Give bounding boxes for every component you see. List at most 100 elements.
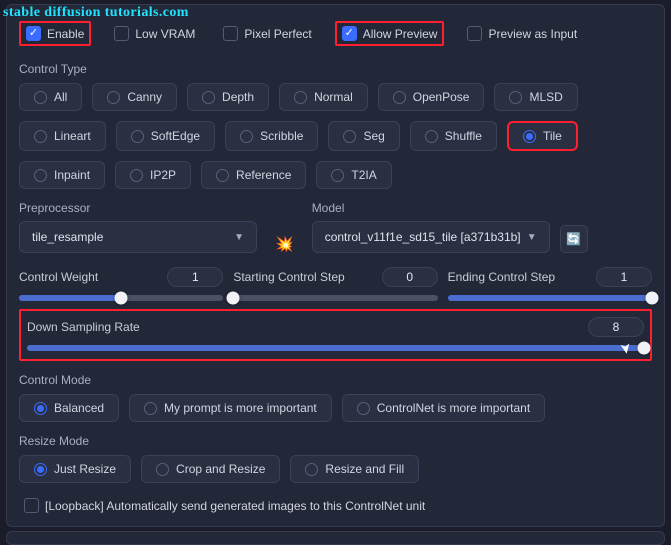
loopback-checkbox[interactable]: [Loopback] Automatically send generated … — [19, 495, 652, 516]
radio-reference[interactable]: Reference — [201, 161, 306, 189]
radio-scribble[interactable]: Scribble — [225, 121, 318, 151]
down-sampling-section: Down Sampling Rate 8 ➤ — [19, 309, 652, 361]
radio-dot-icon — [107, 91, 120, 104]
radio-label: Canny — [127, 90, 162, 104]
slider-track[interactable] — [27, 345, 644, 351]
radio-normal[interactable]: Normal — [279, 83, 368, 111]
radio-dot-icon — [34, 169, 47, 182]
radio-t2ia[interactable]: T2IA — [316, 161, 391, 189]
slider-track[interactable] — [233, 295, 437, 301]
radio-dot-icon — [130, 169, 143, 182]
ending-step-label: Ending Control Step — [448, 270, 555, 284]
check-icon: ✓ — [26, 26, 41, 41]
model-select[interactable]: control_v11f1e_sd15_tile [a371b31b] ▼ — [312, 221, 550, 253]
slider-thumb[interactable] — [227, 292, 240, 305]
slider-thumb[interactable] — [645, 292, 658, 305]
radio-label: Resize and Fill — [325, 462, 404, 476]
slider-track[interactable] — [19, 295, 223, 301]
radio-resize-and-fill[interactable]: Resize and Fill — [290, 455, 419, 483]
control-type-heading: Control Type — [19, 62, 652, 76]
model-column: Model control_v11f1e_sd15_tile [a371b31b… — [312, 201, 550, 253]
down-sampling-label: Down Sampling Rate — [27, 320, 140, 334]
radio-canny[interactable]: Canny — [92, 83, 177, 111]
caret-down-icon: ▼ — [234, 232, 244, 243]
resize-mode-radio-group: Just Resize Crop and Resize Resize and Fil… — [19, 455, 652, 483]
radio-dot-icon — [202, 91, 215, 104]
radio-dot-icon — [357, 402, 370, 415]
radio-just-resize[interactable]: Just Resize — [19, 455, 131, 483]
resize-mode-heading: Resize Mode — [19, 434, 652, 448]
watermark-text: stable diffusion tutorials.com — [3, 5, 189, 21]
preprocessor-select[interactable]: tile_resample ▼ — [19, 221, 257, 253]
radio-inpaint[interactable]: Inpaint — [19, 161, 105, 189]
refresh-models-button[interactable]: 🔄 — [560, 225, 588, 253]
check-icon — [467, 26, 482, 41]
collapsed-next-panel[interactable] — [6, 531, 665, 545]
radio-label: T2IA — [351, 168, 376, 182]
starting-step-label: Starting Control Step — [233, 270, 344, 284]
radio-dot-icon — [393, 91, 406, 104]
radio-label: Reference — [236, 168, 291, 182]
radio-seg[interactable]: Seg — [328, 121, 399, 151]
radio-label: Balanced — [54, 401, 104, 415]
starting-step-value[interactable]: 0 — [382, 267, 438, 287]
check-icon — [24, 498, 39, 513]
down-sampling-slider[interactable]: Down Sampling Rate 8 — [27, 317, 644, 351]
check-icon — [223, 26, 238, 41]
model-heading: Model — [312, 201, 550, 215]
radio-all[interactable]: All — [19, 83, 82, 111]
control-weight-slider[interactable]: Control Weight 1 — [19, 267, 223, 301]
ending-step-value[interactable]: 1 — [596, 267, 652, 287]
controlnet-panel: ✓ Enable Low VRAM Pixel Perfect ✓ Allow … — [6, 4, 665, 527]
radio-shuffle[interactable]: Shuffle — [410, 121, 497, 151]
radio-dot-icon — [305, 463, 318, 476]
radio-my-prompt-is-more-important[interactable]: My prompt is more important — [129, 394, 332, 422]
pixel-perfect-label: Pixel Perfect — [244, 27, 311, 41]
loopback-label: [Loopback] Automatically send generated … — [45, 499, 425, 513]
enable-checkbox[interactable]: ✓ Enable — [19, 21, 91, 46]
radio-dot-icon — [156, 463, 169, 476]
radio-dot-icon — [523, 130, 536, 143]
radio-dot-icon — [34, 130, 47, 143]
pixel-perfect-checkbox[interactable]: Pixel Perfect — [218, 23, 316, 44]
radio-controlnet-is-more-important[interactable]: ControlNet is more important — [342, 394, 545, 422]
radio-dot-icon — [240, 130, 253, 143]
control-mode-heading: Control Mode — [19, 373, 652, 387]
radio-balanced[interactable]: Balanced — [19, 394, 119, 422]
control-weight-value[interactable]: 1 — [167, 267, 223, 287]
preprocessor-heading: Preprocessor — [19, 201, 257, 215]
preprocessor-value: tile_resample — [32, 230, 103, 244]
control-mode-radio-group: Balanced My prompt is more important Contr… — [19, 394, 652, 422]
run-preprocessor-icon[interactable]: 💥 — [267, 235, 302, 253]
radio-crop-and-resize[interactable]: Crop and Resize — [141, 455, 280, 483]
radio-softedge[interactable]: SoftEdge — [116, 121, 215, 151]
preview-as-input-label: Preview as Input — [488, 27, 577, 41]
ending-step-slider[interactable]: Ending Control Step 1 — [448, 267, 652, 301]
allow-preview-checkbox[interactable]: ✓ Allow Preview — [335, 21, 445, 46]
slider-thumb[interactable] — [638, 342, 651, 355]
radio-dot-icon — [144, 402, 157, 415]
radio-mlsd[interactable]: MLSD — [494, 83, 577, 111]
radio-openpose[interactable]: OpenPose — [378, 83, 485, 111]
radio-label: Crop and Resize — [176, 462, 265, 476]
radio-dot-icon — [34, 402, 47, 415]
radio-lineart[interactable]: Lineart — [19, 121, 106, 151]
slider-track[interactable] — [448, 295, 652, 301]
radio-label: Scribble — [260, 129, 303, 143]
preview-as-input-checkbox[interactable]: Preview as Input — [462, 23, 582, 44]
radio-label: Inpaint — [54, 168, 90, 182]
radio-tile[interactable]: Tile — [507, 121, 578, 151]
radio-label: Lineart — [54, 129, 91, 143]
radio-depth[interactable]: Depth — [187, 83, 269, 111]
starting-step-slider[interactable]: Starting Control Step 0 — [233, 267, 437, 301]
radio-dot-icon — [509, 91, 522, 104]
radio-label: Tile — [543, 129, 562, 143]
preprocessor-column: Preprocessor tile_resample ▼ — [19, 201, 257, 253]
radio-ip2p[interactable]: IP2P — [115, 161, 191, 189]
radio-label: Normal — [314, 90, 353, 104]
down-sampling-value[interactable]: 8 — [588, 317, 644, 337]
slider-thumb[interactable] — [115, 292, 128, 305]
low-vram-checkbox[interactable]: Low VRAM — [109, 23, 200, 44]
radio-label: MLSD — [529, 90, 562, 104]
radio-dot-icon — [34, 463, 47, 476]
